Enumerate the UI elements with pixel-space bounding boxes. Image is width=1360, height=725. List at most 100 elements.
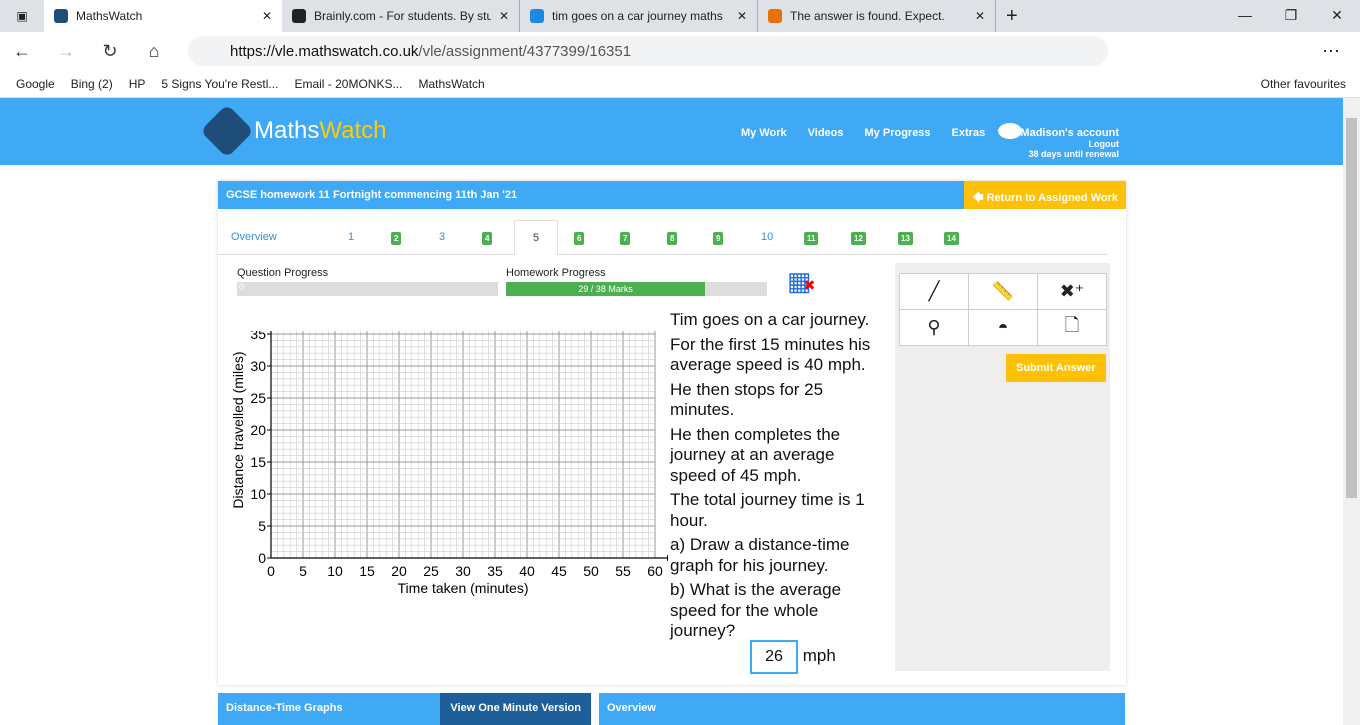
close-tab-icon[interactable]: ✕ <box>262 9 272 23</box>
y-tick-label: 35 <box>250 331 266 342</box>
chat-icon <box>998 123 1022 139</box>
logout-link[interactable]: Logout <box>1020 139 1120 149</box>
x-tick-label: 10 <box>327 563 343 579</box>
return-button[interactable]: 🡄 Return to Assigned Work <box>964 181 1126 209</box>
question-tab[interactable]: 13 <box>898 232 913 245</box>
question-tab[interactable]: 12 <box>851 232 866 245</box>
question-tab[interactable]: 14 <box>944 232 959 245</box>
homework-progress-bar: 29 / 38 Marks <box>506 282 767 296</box>
question-tab[interactable]: 11 <box>804 232 819 245</box>
scrollbar[interactable] <box>1343 98 1360 725</box>
site-header: MathsWatch My Work Videos My Progress Extra… <box>0 98 1343 165</box>
cross-tool-icon[interactable]: ✖⁺ <box>1038 274 1106 309</box>
x-tick-label: 45 <box>551 563 567 579</box>
question-tab[interactable]: 8 <box>667 232 678 245</box>
browser-tab-bar: ▣ MathsWatch ✕ Brainly.com - For students.… <box>0 0 1360 32</box>
bookmark[interactable]: Email - 20MONKS... <box>294 77 402 91</box>
nav-link[interactable]: Videos <box>808 127 844 139</box>
line-tool-icon[interactable]: ╱ <box>900 274 968 309</box>
browser-tab[interactable]: MathsWatch ✕ <box>44 0 282 32</box>
x-tick-label: 5 <box>299 563 307 579</box>
protractor-tool-icon[interactable]: ◓ <box>969 310 1037 345</box>
favicon-icon <box>54 9 68 23</box>
x-tick-label: 0 <box>267 563 275 579</box>
browser-tab[interactable]: tim goes on a car journey maths ✕ <box>520 0 758 32</box>
video-bar: Distance-Time Graphs View One Minute Vers… <box>218 693 591 725</box>
bookmark[interactable]: 5 Signs You're Restl... <box>161 77 278 91</box>
close-tab-icon[interactable]: ✕ <box>737 9 747 23</box>
nav-link[interactable]: Extras <box>952 127 986 139</box>
one-minute-version-button[interactable]: View One Minute Version <box>440 693 591 725</box>
question-tab[interactable]: 3 <box>439 231 445 243</box>
question-tab[interactable]: 7 <box>620 232 631 245</box>
x-axis-label: Time taken (minutes) <box>398 580 529 596</box>
y-tick-label: 15 <box>250 454 266 470</box>
tools-panel: ╱ 📏 ✖⁺ ⚲ ◓ 🗋 Submit Answer <box>895 263 1110 671</box>
unit-label: mph <box>802 645 836 665</box>
favicon-icon <box>768 9 782 23</box>
question-tab[interactable]: 5 <box>514 220 558 255</box>
y-tick-label: 5 <box>258 518 266 534</box>
bookmark[interactable]: MathsWatch <box>418 77 484 91</box>
bookmarks-bar: Google Bing (2) HP 5 Signs You're Restl... E… <box>0 70 1360 98</box>
logo-icon <box>200 104 254 158</box>
x-tick-label: 15 <box>359 563 375 579</box>
ruler-tool-icon[interactable]: 📏 <box>969 274 1037 309</box>
question-tab[interactable]: Overview <box>231 231 277 243</box>
question-tabs: Overview 1 2 3 4 5 6 7 8 9 10 11 12 13 14 <box>218 220 1108 255</box>
browser-tab[interactable]: Brainly.com - For students. By stu ✕ <box>282 0 520 32</box>
submit-answer-button[interactable]: Submit Answer <box>1006 354 1106 382</box>
x-tick-label: 35 <box>487 563 503 579</box>
question-tab[interactable]: 4 <box>482 232 493 245</box>
homework-progress-label: Homework Progress <box>506 267 606 279</box>
browser-tab[interactable]: The answer is found. Expect. ✕ <box>758 0 996 32</box>
home-icon[interactable]: ⌂ <box>132 41 176 62</box>
page: MathsWatch My Work Videos My Progress Extra… <box>0 98 1343 725</box>
question-tab[interactable]: 9 <box>713 232 724 245</box>
close-window-button[interactable]: ✕ <box>1314 0 1360 30</box>
question-tab[interactable]: 1 <box>348 231 354 243</box>
question-tab[interactable]: 10 <box>761 231 773 243</box>
minimize-button[interactable]: — <box>1222 0 1268 30</box>
address-bar-row: ← → ↻ ⌂ https://vle.mathswatch.co.uk/vle… <box>0 32 1360 70</box>
distance-time-graph[interactable]: 0510152025303540455055600510152025303540… <box>218 331 668 651</box>
restore-button[interactable]: ❐ <box>1268 0 1314 30</box>
question-progress-label: Question Progress <box>237 267 329 279</box>
tab-actions-icon[interactable]: ▣ <box>0 9 44 23</box>
forward-icon[interactable]: → <box>44 41 88 62</box>
question-text: Tim goes on a car journey. For the first… <box>670 310 885 674</box>
bookmark[interactable]: Google <box>16 77 55 91</box>
x-tick-label: 60 <box>647 563 663 579</box>
x-tick-label: 20 <box>391 563 407 579</box>
assignment-title: GCSE homework 11 Fortnight commencing 11… <box>226 189 518 201</box>
question-progress-bar: 0 <box>237 282 498 296</box>
y-tick-label: 20 <box>250 422 266 438</box>
y-tick-label: 30 <box>250 358 266 374</box>
new-tab-button[interactable]: + <box>1006 5 1018 28</box>
compass-tool-icon[interactable]: ⚲ <box>900 310 968 345</box>
close-tab-icon[interactable]: ✕ <box>975 9 985 23</box>
x-tick-label: 40 <box>519 563 535 579</box>
favicon-icon <box>292 9 306 23</box>
question-panel: GCSE homework 11 Fortnight commencing 11… <box>218 181 1126 685</box>
blank-page-icon[interactable]: 🗋 <box>1038 310 1106 345</box>
url-input[interactable]: https://vle.mathswatch.co.uk/vle/assignm… <box>188 36 1108 66</box>
question-tab[interactable]: 2 <box>391 232 402 245</box>
x-tick-label: 30 <box>455 563 471 579</box>
nav-link[interactable]: My Progress <box>865 127 931 139</box>
close-tab-icon[interactable]: ✕ <box>499 9 509 23</box>
bookmark[interactable]: HP <box>129 77 146 91</box>
more-icon[interactable]: ⋯ <box>1322 41 1340 62</box>
nav-link[interactable]: My Work <box>741 127 787 139</box>
y-tick-label: 0 <box>258 550 266 566</box>
logo[interactable]: MathsWatch <box>200 104 386 158</box>
answer-input[interactable]: 26 <box>750 639 798 674</box>
y-tick-label: 10 <box>250 486 266 502</box>
other-favourites[interactable]: Other favourites <box>1261 77 1346 91</box>
account-link[interactable]: Madison's account <box>1020 127 1119 139</box>
refresh-icon[interactable]: ↻ <box>88 41 132 62</box>
question-tab[interactable]: 6 <box>574 232 585 245</box>
y-axis-label: Distance travelled (miles) <box>230 351 246 508</box>
back-icon[interactable]: ← <box>0 41 44 62</box>
bookmark[interactable]: Bing (2) <box>71 77 113 91</box>
